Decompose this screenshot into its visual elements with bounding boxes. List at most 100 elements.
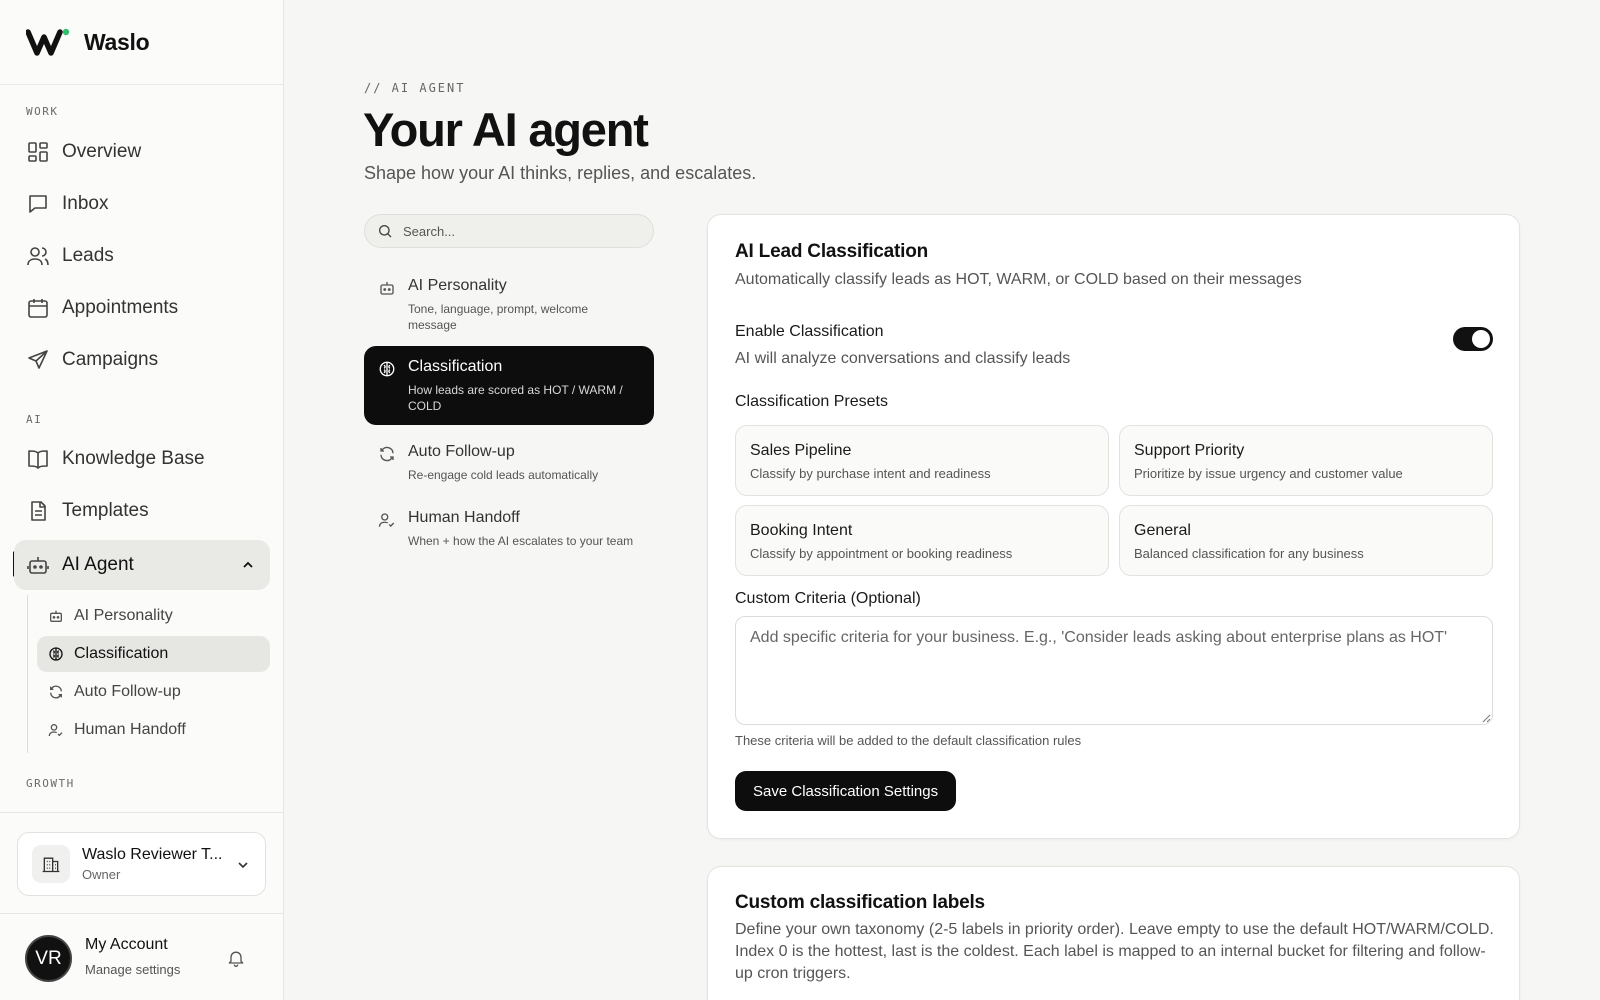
preset-desc: Classify by purchase intent and readines… — [750, 466, 991, 481]
account-name: My Account — [85, 936, 168, 953]
enable-classification-label: Enable Classification — [735, 323, 884, 340]
save-classification-button[interactable]: Save Classification Settings — [735, 771, 957, 811]
preset-booking-intent[interactable]: Booking Intent Classify by appointment o… — [735, 505, 1109, 576]
section-label-work: WORK — [26, 105, 59, 118]
org-name: Waslo Reviewer T... — [82, 846, 223, 863]
sidebar-item-label: Leads — [62, 245, 114, 266]
sidebar-item-campaigns[interactable]: Campaigns — [14, 335, 270, 385]
user-check-icon — [378, 513, 395, 527]
sidebar-subitem-label: Auto Follow-up — [74, 683, 181, 700]
divider — [0, 812, 284, 813]
section-label-ai: AI — [26, 413, 43, 426]
page-subtitle: Shape how your AI thinks, replies, and e… — [364, 163, 757, 183]
preset-general[interactable]: General Balanced classification for any … — [1119, 505, 1493, 576]
subnav-desc: How leads are scored as HOT / WARM / COL… — [408, 383, 623, 413]
org-role: Owner — [82, 867, 121, 882]
sidebar-item-label: Overview — [62, 141, 142, 162]
bot-icon — [27, 557, 49, 574]
sidebar-subitem-label: AI Personality — [74, 607, 173, 624]
sidebar-subitem-ai-personality[interactable]: AI Personality — [37, 598, 270, 634]
brand[interactable]: Waslo — [0, 0, 283, 85]
subnav-classification[interactable]: Classification How leads are scored as H… — [364, 346, 654, 425]
subnav-desc: Tone, language, prompt, welcome message — [408, 302, 589, 332]
users-icon — [27, 247, 49, 266]
calendar-icon — [28, 299, 48, 318]
book-icon — [28, 450, 48, 469]
sidebar-item-label: Inbox — [62, 193, 109, 214]
message-icon — [29, 195, 47, 213]
refresh-icon — [50, 685, 62, 699]
chevron-up-icon[interactable] — [240, 557, 256, 573]
card-description: Automatically classify leads as HOT, WAR… — [735, 271, 1302, 288]
bot-icon — [380, 282, 394, 295]
org-switcher[interactable]: Waslo Reviewer T... Owner — [17, 832, 266, 896]
custom-labels-card: Custom classification labels Define your… — [707, 866, 1520, 1000]
subnav-desc: When + how the AI escalates to your team — [408, 534, 634, 548]
sidebar-subitem-label: Classification — [74, 645, 169, 662]
custom-criteria-helper: These criteria will be added to the defa… — [735, 733, 1082, 748]
sidebar-item-knowledge-base[interactable]: Knowledge Base — [14, 434, 270, 484]
brand-name: Waslo — [84, 28, 150, 55]
preset-title: Booking Intent — [750, 522, 853, 539]
subnav-desc: Re-engage cold leads automatically — [408, 468, 599, 482]
sidebar-item-label: Knowledge Base — [62, 448, 205, 469]
card-title: Custom classification labels — [735, 892, 985, 913]
classification-presets-label: Classification Presets — [735, 393, 888, 410]
search-input[interactable] — [403, 223, 643, 239]
sidebar-subitem-human-handoff[interactable]: Human Handoff — [37, 712, 270, 748]
resize-handle-icon[interactable] — [1481, 713, 1491, 723]
search-box[interactable] — [364, 214, 654, 248]
sidebar-item-inbox[interactable]: Inbox — [14, 179, 270, 229]
sub-nav-line — [27, 595, 28, 753]
sidebar-item-label: AI Agent — [62, 554, 134, 575]
account-section[interactable]: VR My Account Manage settings — [0, 913, 284, 1000]
preset-desc: Classify by appointment or booking readi… — [750, 546, 1013, 561]
sidebar-item-label: Templates — [62, 500, 149, 521]
send-icon — [28, 350, 48, 369]
subnav-human-handoff[interactable]: Human Handoff When + how the AI escalate… — [364, 497, 654, 561]
classification-card: AI Lead Classification Automatically cla… — [707, 214, 1520, 839]
toggle-knob — [1472, 330, 1490, 348]
chevron-down-icon[interactable] — [235, 857, 251, 873]
refresh-icon — [380, 446, 394, 462]
card-description: Define your own taxonomy (2-5 labels in … — [735, 921, 1494, 982]
sidebar-subitem-classification[interactable]: Classification — [37, 636, 270, 672]
enable-classification-helper: AI will analyze conversations and classi… — [735, 350, 1071, 367]
sidebar: Waslo WORK Overview Inbox Leads Appointm… — [0, 0, 284, 1000]
document-icon — [31, 501, 46, 521]
waslo-logo-icon — [26, 28, 70, 56]
preset-title: Support Priority — [1134, 442, 1245, 459]
enable-classification-toggle[interactable] — [1453, 327, 1493, 351]
sidebar-item-appointments[interactable]: Appointments — [14, 283, 270, 333]
building-icon — [32, 845, 70, 883]
subnav-title: Classification — [408, 358, 503, 375]
brain-icon — [49, 647, 63, 661]
sidebar-item-label: Campaigns — [62, 349, 159, 370]
custom-criteria-input[interactable] — [735, 616, 1493, 725]
page-title: Your AI agent — [363, 103, 649, 156]
preset-title: General — [1134, 522, 1191, 539]
subnav-title: AI Personality — [408, 277, 507, 294]
sidebar-item-ai-agent[interactable]: AI Agent — [14, 540, 270, 590]
grid-icon — [28, 142, 48, 162]
sidebar-item-leads[interactable]: Leads — [14, 231, 270, 281]
sidebar-subitem-auto-follow-up[interactable]: Auto Follow-up — [37, 674, 270, 710]
card-title: AI Lead Classification — [735, 241, 929, 262]
account-subtitle: Manage settings — [85, 962, 181, 977]
subnav-auto-follow-up[interactable]: Auto Follow-up Re-engage cold leads auto… — [364, 431, 654, 495]
sidebar-subitem-label: Human Handoff — [74, 721, 186, 738]
preset-desc: Prioritize by issue urgency and customer… — [1134, 466, 1403, 481]
bell-icon[interactable] — [226, 948, 246, 968]
subnav-ai-personality[interactable]: AI Personality Tone, language, prompt, w… — [364, 265, 654, 345]
custom-criteria-label: Custom Criteria (Optional) — [735, 590, 921, 607]
sidebar-item-templates[interactable]: Templates — [14, 486, 270, 536]
brain-icon — [379, 361, 395, 377]
section-label-growth: GROWTH — [26, 777, 75, 790]
user-check-icon — [48, 724, 63, 737]
sidebar-item-overview[interactable]: Overview — [14, 127, 270, 177]
preset-support-priority[interactable]: Support Priority Prioritize by issue urg… — [1119, 425, 1493, 496]
avatar[interactable]: VR — [25, 935, 72, 982]
preset-desc: Balanced classification for any business — [1134, 546, 1364, 561]
subnav-title: Auto Follow-up — [408, 443, 515, 460]
preset-sales-pipeline[interactable]: Sales Pipeline Classify by purchase inte… — [735, 425, 1109, 496]
